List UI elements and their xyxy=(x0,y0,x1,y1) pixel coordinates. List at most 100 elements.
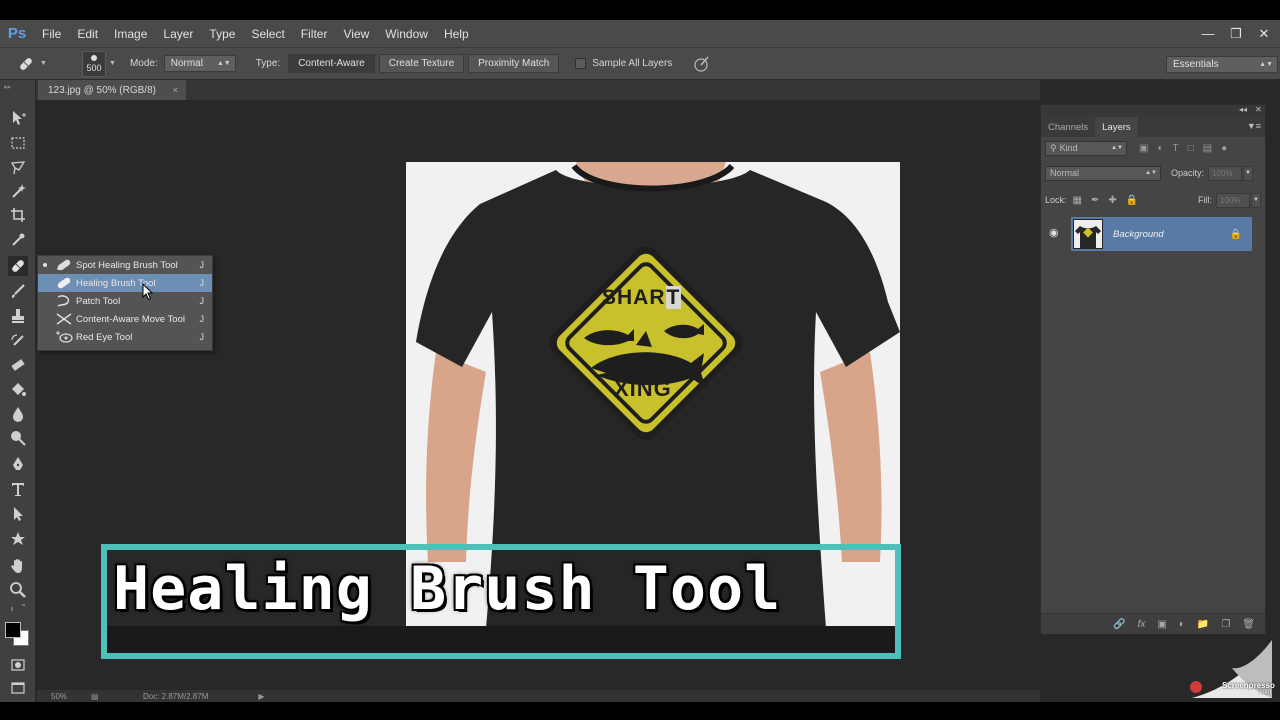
close-button[interactable]: ✕ xyxy=(1256,26,1272,42)
flyout-item-healing-brush[interactable]: Healing Brush Tool J xyxy=(38,274,212,292)
lock-position-icon[interactable]: ✚ xyxy=(1108,195,1116,206)
lock-all-icon[interactable]: 🔒 xyxy=(1126,195,1138,206)
dodge-tool-icon[interactable] xyxy=(8,428,28,448)
menu-file[interactable]: File xyxy=(34,20,69,47)
tool-preset-picker[interactable]: ▼ xyxy=(16,52,58,76)
move-tool-icon[interactable] xyxy=(8,108,28,128)
letterbox-top xyxy=(0,0,1280,20)
status-export-icon[interactable]: ▤ xyxy=(91,692,131,701)
zoom-tool-icon[interactable] xyxy=(8,580,28,600)
history-brush-tool-icon[interactable] xyxy=(8,331,28,351)
type-create-texture-button[interactable]: Create Texture xyxy=(378,54,465,73)
photoshop-window: Ps File Edit Image Layer Type Select Fil… xyxy=(0,0,1280,720)
type-content-aware-button[interactable]: Content-Aware xyxy=(288,54,375,73)
menu-filter[interactable]: Filter xyxy=(293,20,336,47)
document-tab[interactable]: 123.jpg @ 50% (RGB/8) × xyxy=(38,80,186,100)
brush-dot-icon xyxy=(91,54,97,61)
image-filter-icon[interactable]: ▣ xyxy=(1139,143,1148,154)
panel-grip-icon[interactable]: ▸▸ xyxy=(4,83,11,91)
lock-row: Lock: ▦ ✒ ✚ 🔒 Fill: 100% ▼ xyxy=(1045,191,1261,209)
layer-name: Background xyxy=(1113,228,1164,240)
eraser-tool-icon[interactable] xyxy=(8,355,28,375)
pressure-brush-icon[interactable] xyxy=(692,55,710,73)
foreground-color-swatch[interactable] xyxy=(5,622,21,638)
lasso-tool-icon[interactable] xyxy=(8,157,28,177)
minimize-button[interactable]: — xyxy=(1200,26,1216,41)
chevron-down-icon[interactable]: ▼ xyxy=(1251,192,1261,208)
menu-edit[interactable]: Edit xyxy=(69,20,106,47)
flyout-shortcut: J xyxy=(199,314,205,324)
close-icon[interactable]: × xyxy=(173,85,178,95)
lock-transparent-icon[interactable]: ▦ xyxy=(1073,195,1082,206)
pen-tool-icon[interactable] xyxy=(8,454,28,474)
paint-bucket-tool-icon[interactable] xyxy=(8,380,28,400)
menu-window[interactable]: Window xyxy=(377,20,436,47)
delete-layer-icon[interactable]: 🗑 xyxy=(1242,619,1255,630)
status-arrow-icon[interactable]: ▶ xyxy=(258,692,264,701)
add-mask-icon[interactable]: ▣ xyxy=(1157,619,1166,630)
flyout-item-spot-healing-brush[interactable]: Spot Healing Brush Tool J xyxy=(38,256,212,274)
shape-tool-icon[interactable] xyxy=(8,529,28,549)
type-proximity-match-button[interactable]: Proximity Match xyxy=(468,54,560,73)
menu-select[interactable]: Select xyxy=(243,20,292,47)
kind-filter-select[interactable]: ⚲ Kind ▲▼ xyxy=(1045,140,1127,156)
panel-tabs: Channels Layers xyxy=(1041,117,1265,137)
new-group-icon[interactable]: 📁 xyxy=(1197,619,1209,630)
chevron-down-icon[interactable]: ▼ xyxy=(109,60,116,67)
flyout-label: Spot Healing Brush Tool xyxy=(76,259,178,271)
flyout-item-patch-tool[interactable]: Patch Tool J xyxy=(38,292,212,310)
panel-menu-icon[interactable]: ▼≡ xyxy=(1247,121,1261,131)
blur-tool-icon[interactable] xyxy=(8,404,28,424)
menu-type[interactable]: Type xyxy=(201,20,243,47)
type-filter-icon[interactable]: T xyxy=(1173,143,1179,154)
opacity-field[interactable]: 100% xyxy=(1208,165,1243,181)
eyedropper-tool-icon[interactable] xyxy=(8,230,28,250)
flyout-item-content-aware-move[interactable]: Content-Aware Move Tool J xyxy=(38,310,212,328)
layer-row-background[interactable]: Background 🔒 xyxy=(1071,217,1252,251)
hand-tool-icon[interactable] xyxy=(8,556,28,576)
quick-mask-icon[interactable] xyxy=(8,655,28,675)
menu-view[interactable]: View xyxy=(335,20,377,47)
layer-style-icon[interactable]: fx xyxy=(1138,619,1146,630)
restore-button[interactable]: ❐ xyxy=(1228,26,1244,42)
flyout-item-red-eye[interactable]: Red Eye Tool J xyxy=(38,328,212,346)
clone-stamp-tool-icon[interactable] xyxy=(8,306,28,326)
sample-all-layers-checkbox[interactable] xyxy=(575,58,587,69)
shape-filter-icon[interactable]: □ xyxy=(1188,143,1194,154)
brush-size-picker[interactable]: 500 xyxy=(82,50,106,77)
blend-mode-select[interactable]: Normal ▲▼ xyxy=(1045,165,1161,181)
marquee-tool-icon[interactable] xyxy=(8,133,28,153)
menu-image[interactable]: Image xyxy=(106,20,155,47)
visibility-eye-icon[interactable]: ◉ xyxy=(1049,226,1059,239)
type-tool-icon[interactable] xyxy=(8,479,28,499)
collapse-panel-icon[interactable]: ◂◂ xyxy=(1239,105,1247,114)
mode-select[interactable]: Normal ▲▼ xyxy=(163,55,236,72)
filter-toggle-icon[interactable]: ● xyxy=(1221,143,1227,154)
chevron-down-icon[interactable]: ▼ xyxy=(1243,165,1254,181)
new-layer-icon[interactable]: ❐ xyxy=(1221,619,1230,630)
options-bar: ▼ 500 ▼ Mode: Normal ▲▼ Type: Content-Aw… xyxy=(0,47,1280,80)
tab-layers[interactable]: Layers xyxy=(1095,117,1138,137)
smart-object-filter-icon[interactable]: ▤ xyxy=(1203,143,1212,154)
path-selection-tool-icon[interactable] xyxy=(8,504,28,524)
filter-icons: ▣ ◐ T □ ▤ ● xyxy=(1139,143,1227,154)
magic-wand-tool-icon[interactable] xyxy=(8,181,28,201)
adjustment-filter-icon[interactable]: ◐ xyxy=(1157,143,1163,154)
type-label: Type: xyxy=(255,58,281,69)
workspace-select[interactable]: Essentials ▲▼ xyxy=(1166,56,1278,73)
status-zoom[interactable]: 50% xyxy=(51,692,91,701)
healing-brush-tool-icon[interactable] xyxy=(8,256,28,276)
tab-channels[interactable]: Channels xyxy=(1041,117,1095,137)
letterbox-bottom xyxy=(0,702,1280,720)
menu-help[interactable]: Help xyxy=(436,20,477,47)
swap-colors-icon[interactable] xyxy=(8,602,28,614)
adjustment-layer-icon[interactable]: ◐ xyxy=(1179,619,1185,630)
link-layers-icon[interactable]: 🔗 xyxy=(1113,619,1125,630)
fill-field[interactable]: 100% xyxy=(1216,192,1250,208)
screen-mode-icon[interactable] xyxy=(8,678,28,698)
lock-pixels-icon[interactable]: ✒ xyxy=(1091,195,1099,206)
brush-tool-icon[interactable] xyxy=(8,281,28,301)
close-panel-icon[interactable]: ✕ xyxy=(1255,105,1262,114)
crop-tool-icon[interactable] xyxy=(8,205,28,225)
menu-layer[interactable]: Layer xyxy=(155,20,201,47)
